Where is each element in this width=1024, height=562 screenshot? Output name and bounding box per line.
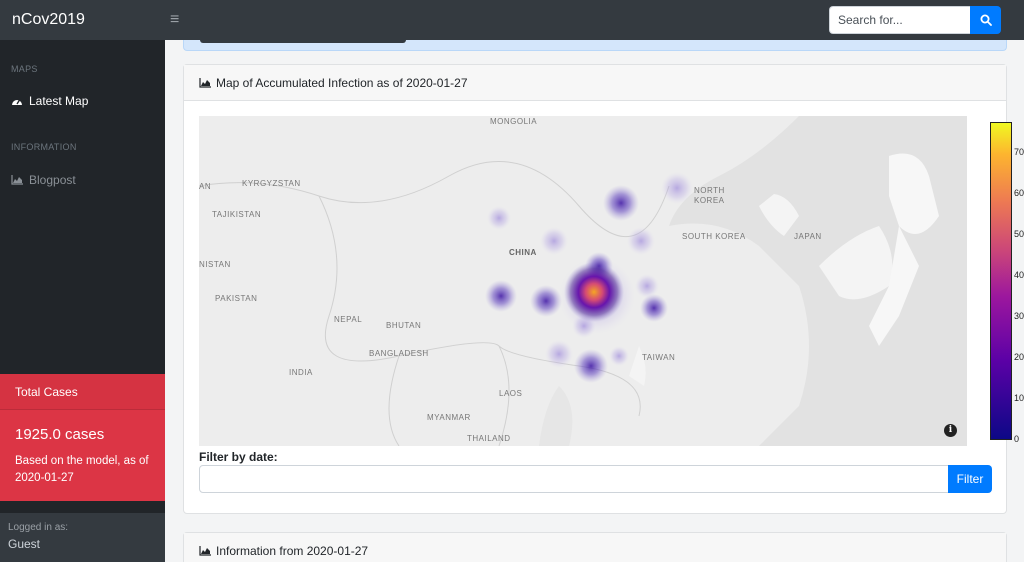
colorbar-tick: 30 [1014, 311, 1024, 321]
logged-in-footer: Logged in as: Guest [0, 513, 165, 562]
colorbar-tick: 70 [1014, 147, 1024, 157]
filter-date-label: Filter by date: [199, 450, 278, 464]
map-label: INDIA [289, 368, 313, 377]
map-label: JAPAN [794, 232, 822, 241]
map-label: LAOS [499, 389, 523, 398]
sidebar-toggle-icon[interactable]: ≡ [170, 0, 179, 40]
dashboard-icon [12, 99, 22, 105]
map-card-header: Map of Accumulated Infection as of 2020-… [184, 65, 1006, 101]
alert-banner [183, 40, 1007, 51]
info-card-header: Information from 2020-01-27 [184, 533, 1006, 562]
map-label: SOUTH KOREA [682, 232, 746, 241]
map-label: MYANMAR [427, 413, 471, 422]
filter-date-input[interactable] [199, 465, 949, 493]
info-icon[interactable]: i [944, 424, 957, 437]
map-card: Map of Accumulated Infection as of 2020-… [183, 64, 1024, 514]
sidebar-item-blogpost[interactable]: Blogpost [11, 173, 76, 187]
area-chart-icon [199, 77, 211, 88]
heatmap-canvas [199, 116, 967, 446]
search-input[interactable] [829, 6, 970, 34]
search-icon [980, 14, 992, 26]
map-label: THAILAND [467, 434, 511, 443]
total-cases-note: Based on the model, as of 2020-01-27 [15, 455, 149, 484]
colorbar-legend [990, 122, 1012, 440]
map-label: MONGOLIA [490, 117, 538, 126]
colorbar-tick: 0 [1014, 434, 1020, 444]
sidebar: MAPS Latest Map INFORMATION Blogpost Tot… [0, 40, 165, 562]
brand-logo[interactable]: nCov2019 [12, 0, 85, 40]
map-label: KYRGYZSTAN [242, 179, 301, 188]
total-cases-header: Total Cases [0, 374, 165, 410]
sidebar-item-latest-map[interactable]: Latest Map [11, 94, 88, 108]
map-label: PAKISTAN [215, 294, 258, 303]
area-chart-icon [199, 546, 211, 556]
sidebar-heading-maps: MAPS [11, 64, 38, 74]
map-label: TAJIKISTAN [212, 210, 262, 219]
total-cases-panel: Total Cases 1925.0 cases Based on the mo… [0, 374, 165, 501]
top-navbar: nCov2019 ≡ [0, 0, 1024, 40]
area-chart-icon [11, 175, 23, 185]
map-label: NEPAL [334, 315, 363, 324]
total-cases-value: 1925.0 cases [15, 426, 105, 443]
search-button[interactable] [970, 6, 1001, 34]
infection-heatmap[interactable]: MONGOLIA KYRGYZSTAN AN TAJIKISTAN NORTH … [199, 116, 967, 446]
info-card-title: Information from 2020-01-27 [216, 544, 369, 558]
alert-pill [200, 40, 406, 43]
map-label: NISTAN [199, 260, 231, 269]
map-label: BANGLADESH [369, 349, 429, 358]
sidebar-item-label: Blogpost [29, 173, 76, 187]
map-label: AN [199, 182, 212, 191]
colorbar-tick: 20 [1014, 352, 1024, 362]
colorbar-tick: 10 [1014, 393, 1024, 403]
logged-in-label: Logged in as: [8, 522, 69, 533]
map-label: CHINA [509, 248, 537, 257]
map-card-title: Map of Accumulated Infection as of 2020-… [216, 75, 468, 90]
sidebar-heading-information: INFORMATION [11, 142, 77, 152]
colorbar-tick: 60 [1014, 188, 1024, 198]
map-label: BHUTAN [386, 321, 422, 330]
sidebar-item-label: Latest Map [29, 94, 89, 108]
colorbar-tick: 40 [1014, 270, 1024, 280]
map-label: TAIWAN [642, 353, 676, 362]
logged-in-user: Guest [8, 537, 41, 551]
info-card: Information from 2020-01-27 [183, 532, 1007, 562]
filter-button[interactable]: Filter [948, 465, 992, 493]
map-label: NORTH KOREA [694, 186, 725, 205]
colorbar-tick: 50 [1014, 229, 1024, 239]
